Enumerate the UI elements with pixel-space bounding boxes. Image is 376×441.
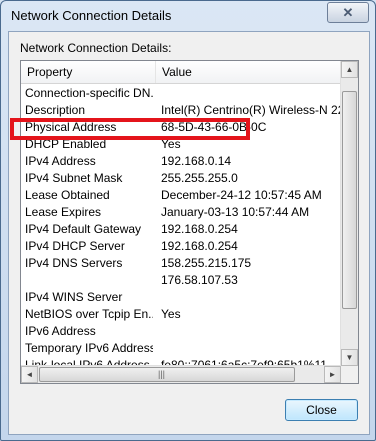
property-cell: Lease Obtained [25,188,110,202]
vertical-scroll-thumb[interactable] [342,91,357,309]
horizontal-scroll-thumb[interactable]: ||| [39,367,295,382]
value-cell: 255.255.255.0 [161,171,238,185]
table-row[interactable]: Connection-specific DN... [21,85,341,102]
property-cell: IPv6 Address [25,324,96,338]
table-row[interactable]: IPv4 DNS Servers 158.255.215.175 [21,255,341,272]
property-cell: Description [25,103,86,117]
chevron-right-icon: ► [328,370,337,379]
table-row[interactable]: IPv4 DHCP Server 192.168.0.254 [21,238,341,255]
details-list-view[interactable]: Property Value Connection-specific DN...… [20,60,359,384]
value-cell: 158.255.215.175 [161,256,252,270]
list-header: Property Value [21,61,341,84]
table-row[interactable]: Lease Obtained December-24-12 10:57:45 AM [21,187,341,204]
table-row[interactable]: IPv4 Address 192.168.0.14 [21,153,341,170]
chevron-down-icon: ▼ [345,353,354,362]
table-row[interactable]: IPv4 Subnet Mask 255.255.255.0 [21,170,341,187]
table-row[interactable]: NetBIOS over Tcpip En... Yes [21,306,341,323]
value-cell: 192.168.0.14 [161,154,232,168]
property-cell: IPv4 WINS Server [25,290,123,304]
property-cell: IPv4 DNS Servers [25,256,123,270]
close-button[interactable]: Close [285,399,358,421]
column-header-property[interactable]: Property [21,61,156,83]
scroll-up-button[interactable]: ▲ [341,61,358,78]
chevron-left-icon: ◄ [25,370,34,379]
scroll-down-button[interactable]: ▼ [341,349,358,366]
table-row[interactable]: IPv6 Address [21,323,341,340]
property-cell: Lease Expires [25,205,102,219]
value-cell: December-24-12 10:57:45 AM [161,188,322,202]
table-row[interactable]: Description Intel(R) Centrino(R) Wireless… [21,102,341,119]
grip-icon: ||| [158,369,166,379]
ipv4-address-highlight-box [10,118,250,140]
window-title: Network Connection Details [11,8,172,23]
table-row[interactable]: IPv4 WINS Server [21,289,341,306]
horizontal-scrollbar[interactable]: ◄ ||| ► [21,365,341,383]
property-cell: IPv4 Subnet Mask [25,171,123,185]
property-cell: IPv4 Default Gateway [25,222,142,236]
dialog-client-area: Network Connection Details: Property Val… [8,31,370,435]
table-row[interactable]: Temporary IPv6 Address [21,340,341,357]
table-row[interactable]: 176.58.107.53 [21,272,341,289]
value-cell: 176.58.107.53 [161,273,238,287]
column-header-value[interactable]: Value [156,61,341,83]
scroll-left-button[interactable]: ◄ [21,366,38,383]
chevron-up-icon: ▲ [345,65,354,74]
table-row[interactable]: IPv4 Default Gateway 192.168.0.254 [21,221,341,238]
table-row[interactable]: Lease Expires January-03-13 10:57:44 AM [21,204,341,221]
details-group-label: Network Connection Details: [20,41,172,55]
property-cell: Temporary IPv6 Address [25,341,153,355]
value-cell: 192.168.0.254 [161,239,238,253]
close-icon: ✕ [342,4,354,20]
vertical-scrollbar[interactable]: ▲ ▼ [340,61,358,366]
scroll-right-button[interactable]: ► [324,366,341,383]
scrollbar-corner [341,366,358,383]
property-cell: NetBIOS over Tcpip En... [25,307,153,321]
property-cell: Connection-specific DN... [25,86,153,100]
window-close-button[interactable]: ✕ [327,2,369,23]
property-cell: IPv4 Address [25,154,96,168]
property-cell: IPv4 DHCP Server [25,239,125,253]
value-cell: Intel(R) Centrino(R) Wireless-N 2230 [161,103,341,117]
value-cell: January-03-13 10:57:44 AM [161,205,310,219]
value-cell: Yes [161,307,181,321]
network-connection-details-window: Network Connection Details ✕ Network Con… [0,0,376,441]
title-bar[interactable]: Network Connection Details ✕ [1,1,375,31]
value-cell: 192.168.0.254 [161,222,238,236]
